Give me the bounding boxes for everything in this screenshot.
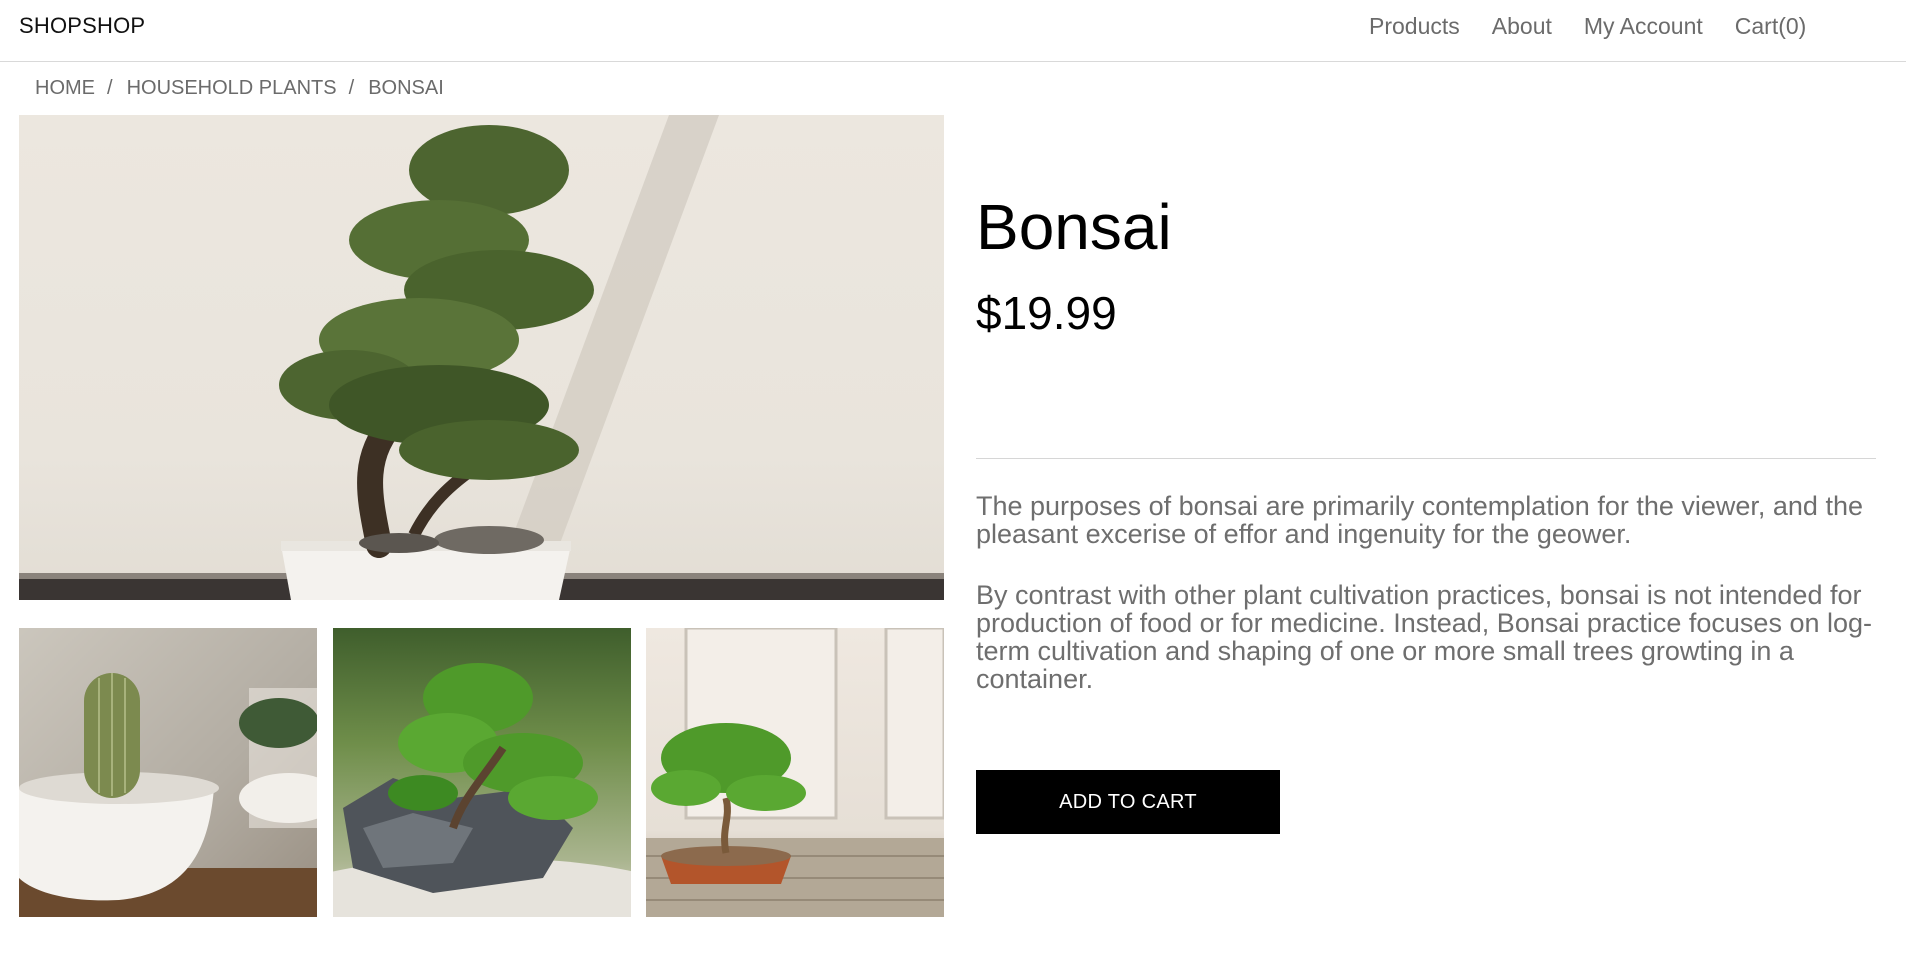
divider	[976, 458, 1876, 459]
breadcrumb-separator: /	[348, 77, 355, 99]
nav-my-account-link[interactable]: My Account	[1584, 13, 1703, 40]
bonsai-main-illustration	[19, 115, 944, 600]
brand-logo[interactable]: SHOPSHOP	[19, 13, 145, 39]
product-thumbnail-bonsai-pot[interactable]	[646, 628, 944, 917]
product-thumbnail-cactus[interactable]	[19, 628, 317, 917]
breadcrumb-separator: /	[107, 77, 113, 99]
cactus-thumbnail-illustration	[19, 628, 317, 917]
breadcrumb: HOME / HOUSEHOLD PLANTS / BONSAI	[35, 77, 444, 100]
breadcrumb-current: BONSAI	[368, 77, 444, 99]
product-description-paragraph: By contrast with other plant cultivation…	[976, 580, 1873, 694]
bonsai-rock-thumbnail-illustration	[333, 663, 631, 917]
breadcrumb-household-plants[interactable]: HOUSEHOLD PLANTS	[127, 77, 337, 100]
breadcrumb-home[interactable]: HOME	[35, 77, 95, 100]
nav-cart-link[interactable]: Cart(0)	[1735, 13, 1807, 40]
nav-about-link[interactable]: About	[1492, 13, 1552, 40]
add-to-cart-button[interactable]: ADD TO CART	[976, 770, 1280, 834]
product-main-image	[19, 115, 944, 600]
bonsai-pot-thumbnail-illustration	[646, 628, 944, 917]
product-price: $19.99	[976, 287, 1117, 339]
product-thumbnail-bonsai-rock[interactable]	[333, 628, 631, 917]
product-title: Bonsai	[976, 191, 1172, 263]
top-navigation-bar: SHOPSHOP Products About My Account Cart(…	[0, 0, 1906, 62]
nav-products-link[interactable]: Products	[1369, 13, 1460, 40]
main-nav: Products About My Account Cart(0)	[1369, 13, 1838, 40]
product-description-paragraph: The purposes of bonsai are primarily con…	[976, 491, 1863, 549]
